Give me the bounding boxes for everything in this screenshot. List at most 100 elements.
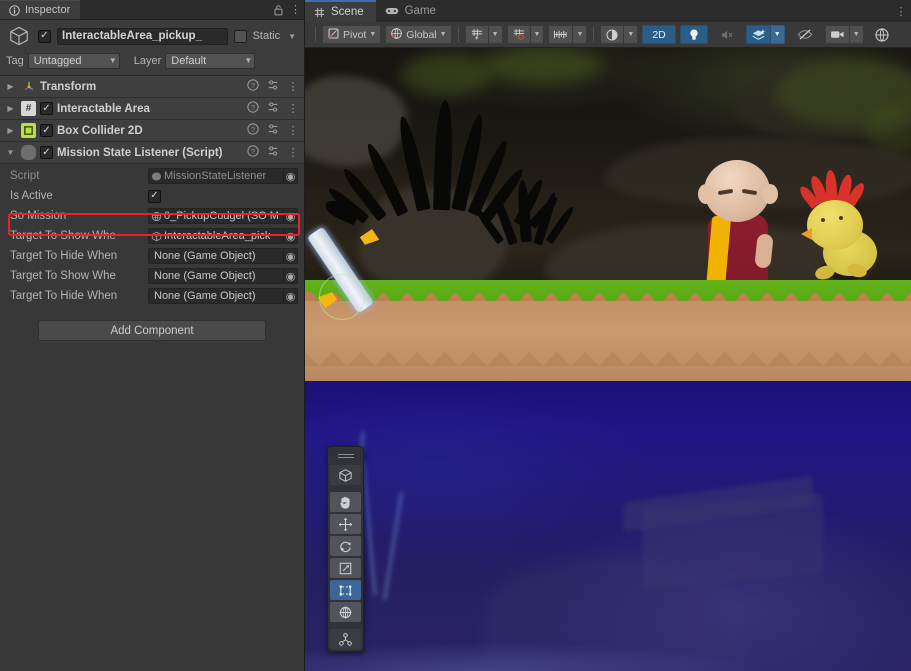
help-icon[interactable]: ? [245, 79, 261, 94]
handle-orientation-button[interactable]: Global ▼ [385, 25, 452, 44]
scene-camera-button[interactable] [824, 25, 850, 44]
component-enabled-checkbox[interactable]: ✓ [40, 146, 53, 159]
foldout-arrow-icon[interactable]: ▶ [4, 104, 17, 113]
object-picker-icon[interactable]: ◉ [283, 169, 297, 183]
gameobject-name-input[interactable]: InteractableArea_pickup_ [57, 27, 228, 45]
tab-game-label: Game [404, 5, 436, 17]
shading-sphere-icon [606, 28, 618, 41]
preset-icon[interactable] [265, 145, 281, 160]
preset-icon[interactable] [265, 123, 281, 138]
scene-shading-dropdown[interactable]: ▼ [624, 25, 639, 44]
lock-icon[interactable] [270, 0, 287, 19]
hand-pan-tool-icon[interactable] [330, 492, 361, 512]
static-label: Static [252, 30, 281, 42]
component-row-interactable-area[interactable]: ▶ # ✓ Interactable Area ? ⋮ [0, 98, 304, 120]
chevron-down-icon: ▼ [244, 56, 253, 65]
help-icon[interactable]: ? [245, 101, 261, 116]
static-checkbox[interactable]: ✓ [233, 29, 247, 43]
component-row-box-collider-2d[interactable]: ▶ ✓ Box Collider 2D ? ⋮ [0, 120, 304, 142]
grid-snap-icon [513, 29, 524, 40]
component-row-mission-state-listener[interactable]: ▼ ✓ Mission State Listener (Script) ? ⋮ [0, 142, 304, 164]
object-picker-icon[interactable]: ◉ [283, 269, 297, 283]
target-to-hide-object-field[interactable]: None (Game Object) ◉ [148, 248, 298, 264]
property-label: Target To Show Whe [10, 230, 116, 242]
tab-scene[interactable]: Scene [305, 0, 376, 22]
add-component-button[interactable]: Add Component [38, 320, 266, 341]
tab-game[interactable]: Game [376, 0, 448, 22]
chicken-character[interactable] [793, 169, 893, 286]
snap-increment-dropdown[interactable]: ▼ [573, 25, 588, 44]
target-to-hide-2-object-field[interactable]: None (Game Object) ◉ [148, 288, 298, 304]
foldout-arrow-icon[interactable]: ▼ [4, 148, 17, 157]
target-to-show-2-object-field[interactable]: None (Game Object) ◉ [148, 268, 298, 284]
object-picker-icon[interactable]: ◉ [283, 249, 297, 263]
toggle-hidden-objects-button[interactable] [789, 25, 821, 44]
default-cube-tool-icon[interactable] [330, 465, 361, 485]
pivot-icon [327, 27, 340, 43]
component-enabled-checkbox[interactable]: ✓ [40, 124, 53, 137]
kebab-menu-icon[interactable]: ⋮ [285, 102, 301, 115]
help-icon[interactable]: ? [245, 123, 261, 138]
kebab-menu-icon[interactable]: ⋮ [287, 0, 304, 19]
toggle-gizmos-button[interactable] [868, 25, 896, 44]
script-object-field[interactable]: MissionStateListener ◉ [148, 168, 298, 184]
scene-tools-overlay[interactable] [327, 446, 364, 652]
is-active-checkbox[interactable]: ✓ [148, 189, 161, 203]
target-to-show-object-field[interactable]: InteractableArea_pick ◉ [148, 228, 298, 244]
inspector-empty-area [0, 341, 304, 671]
tag-dropdown-value: Untagged [33, 54, 82, 67]
kebab-menu-icon[interactable]: ⋮ [285, 80, 301, 93]
so-mission-object-field[interactable]: 0_PickupCudgel (SO M ◉ [148, 208, 298, 224]
rotate-tool-icon[interactable] [330, 536, 361, 556]
scene-viewport[interactable] [305, 48, 911, 671]
monk-character[interactable] [690, 160, 786, 300]
drag-handle-icon[interactable] [330, 449, 361, 463]
snap-increment-button[interactable] [548, 25, 574, 44]
scene-panel: Scene Game ⋮ Pivot ▼ Global ▼ ▼ ▼ ▼ ▼ 2D… [305, 0, 911, 671]
foldout-arrow-icon[interactable]: ▶ [4, 126, 17, 135]
transform-tool-icon[interactable] [330, 602, 361, 622]
scene-fx-button[interactable] [745, 25, 771, 44]
object-picker-icon[interactable]: ◉ [283, 209, 297, 223]
kelp-strand [382, 491, 404, 601]
object-picker-icon[interactable]: ◉ [283, 229, 297, 243]
rect-transform-tool-icon[interactable] [330, 580, 361, 600]
pivot-mode-button[interactable]: Pivot ▼ [322, 25, 382, 44]
help-icon[interactable]: ? [245, 145, 261, 160]
kebab-menu-icon[interactable]: ⋮ [891, 0, 911, 22]
kebab-menu-icon[interactable]: ⋮ [285, 146, 301, 159]
cudgel-pickup[interactable] [306, 216, 423, 326]
move-tool-icon[interactable] [330, 514, 361, 534]
preset-icon[interactable] [265, 79, 281, 94]
tab-inspector[interactable]: Inspector [0, 0, 81, 19]
target-to-show-value: InteractableArea_pick [164, 230, 271, 242]
gameobject-active-checkbox[interactable]: ✓ [38, 29, 51, 43]
grid-snap-button[interactable] [506, 25, 531, 44]
scene-fx-dropdown[interactable]: ▼ [770, 25, 785, 44]
static-dropdown-caret-icon[interactable]: ▼ [286, 32, 298, 41]
scene-tab-spacer [448, 0, 891, 22]
scene-shading-button[interactable] [600, 25, 625, 44]
tag-dropdown[interactable]: Untagged ▼ [27, 52, 120, 69]
grid-snap-dropdown[interactable]: ▼ [530, 25, 545, 44]
preset-icon[interactable] [265, 101, 281, 116]
mission-state-listener-properties: Script MissionStateListener ◉ Is Active … [0, 164, 304, 306]
gameobject-cube-icon [151, 231, 162, 242]
layer-dropdown[interactable]: Default ▼ [165, 52, 256, 69]
component-enabled-checkbox[interactable]: ✓ [40, 102, 53, 115]
grid-visibility-dropdown[interactable]: ▼ [488, 25, 503, 44]
kebab-menu-icon[interactable]: ⋮ [285, 124, 301, 137]
foldout-arrow-icon[interactable]: ▶ [4, 82, 17, 91]
custom-editor-tool-icon[interactable] [330, 629, 361, 649]
scale-tool-icon[interactable] [330, 558, 361, 578]
toggle-scene-lighting-button[interactable] [679, 25, 708, 44]
scene-camera-dropdown[interactable]: ▼ [849, 25, 864, 44]
property-label: Target To Hide When [10, 250, 118, 262]
object-picker-icon[interactable]: ◉ [283, 289, 297, 303]
toggle-audio-button[interactable] [712, 25, 742, 44]
component-row-transform[interactable]: ▶ Transform ? ⋮ [0, 76, 304, 98]
toggle-2d-button[interactable]: 2D [642, 25, 676, 44]
svg-text:?: ? [251, 125, 255, 134]
scriptable-object-icon [151, 211, 162, 222]
grid-visibility-button[interactable] [464, 25, 489, 44]
